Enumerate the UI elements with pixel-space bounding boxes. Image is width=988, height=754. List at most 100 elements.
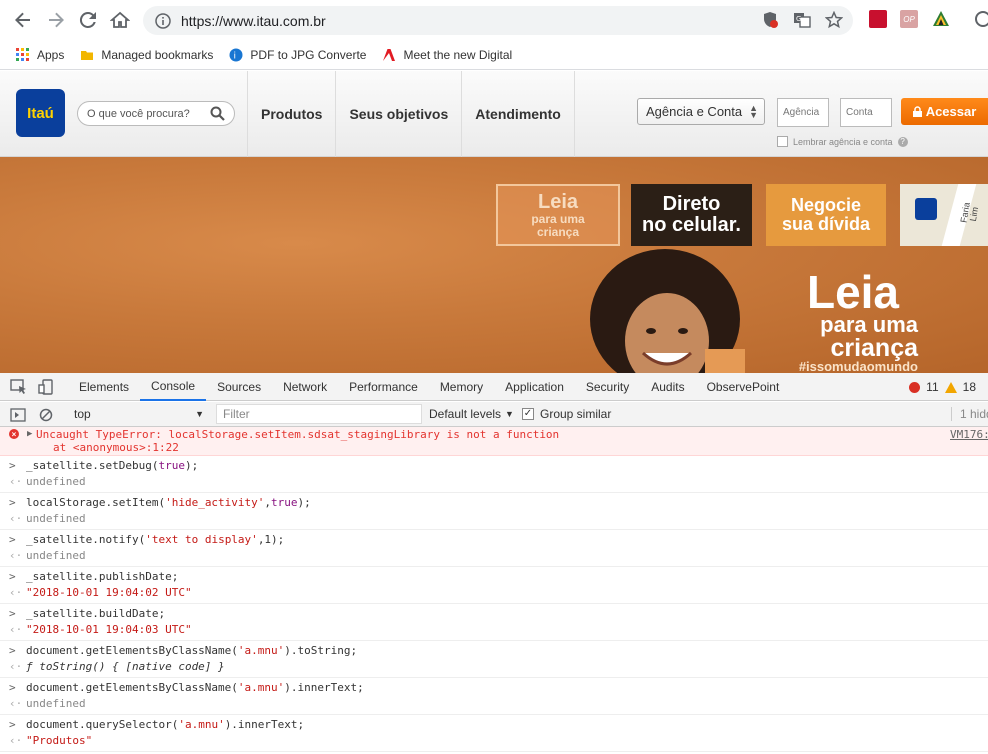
error-count: 11 [926, 380, 939, 394]
command-token: ,1); [257, 533, 285, 546]
console-command-row[interactable]: > _satellite.publishDate; ‹· "2018-10-01 19… [0, 567, 988, 604]
bookmark-adobe[interactable]: Meet the new Digital [382, 48, 512, 62]
console-command-row[interactable]: > localStorage.setItem('hide_activity',tr… [0, 493, 988, 530]
back-button[interactable] [8, 5, 38, 35]
console-entries: > _satellite.setDebug(true); ‹· undefined > l… [0, 456, 988, 752]
ext-op-icon[interactable]: OP [900, 10, 918, 28]
command-token: true [271, 496, 298, 509]
levels-dropdown[interactable]: Default levels ▼ [429, 407, 514, 421]
command-token: ).toString; [284, 644, 358, 657]
agencia-conta-select[interactable]: Agência e Conta ▲ ▼ [637, 98, 765, 125]
console-error-row[interactable]: × ▶ Uncaught TypeError: localStorage.set… [0, 427, 988, 456]
tab-audits[interactable]: Audits [640, 373, 695, 401]
tab-console[interactable]: Console [140, 373, 207, 401]
home-button[interactable] [105, 5, 135, 35]
agencia-input[interactable]: Agência [777, 98, 829, 127]
command-prompt-icon: > [9, 459, 16, 472]
command-token: 'a.mnu' [237, 681, 285, 694]
command-result: undefined [26, 549, 86, 562]
bookmark-pdf-converter[interactable]: i PDF to JPG Converte [229, 48, 366, 62]
tile-direto-celular[interactable]: Direto no celular. [631, 184, 752, 246]
console-command-row[interactable]: > document.getElementsByClassName('a.mnu'… [0, 641, 988, 678]
command-token: 'a.mnu' [237, 644, 285, 657]
console-result-row: ‹· ƒ toString() { [native code] } [9, 659, 988, 675]
remember-checkbox[interactable] [777, 136, 788, 147]
acessar-button[interactable]: Acessar [901, 98, 988, 125]
context-select[interactable]: top ▼ [68, 404, 208, 424]
url-text: https://www.itau.com.br [181, 12, 326, 29]
command-result: undefined [26, 475, 86, 488]
error-source-link[interactable]: VM176: [950, 428, 988, 441]
expand-triangle-icon[interactable]: ▶ [27, 428, 32, 441]
console-command-row[interactable]: > _satellite.buildDate; ‹· "2018-10-01 19:0… [0, 604, 988, 641]
result-arrow-icon: ‹· [9, 660, 23, 673]
help-icon[interactable]: ? [897, 136, 908, 147]
menu-seus-objetivos[interactable]: Seus objetivos [335, 71, 461, 157]
console-result-row: ‹· "Produtos" [9, 733, 988, 749]
remember-login[interactable]: Lembrar agência e conta ? [777, 136, 908, 147]
translate-icon[interactable]: G [793, 11, 811, 29]
search-icon[interactable] [210, 106, 225, 121]
home-icon [110, 11, 130, 28]
tab-elements[interactable]: Elements [68, 373, 140, 401]
console-command-row[interactable]: > _satellite.setDebug(true); ‹· undefined [0, 456, 988, 493]
forward-button[interactable] [41, 5, 71, 35]
command-prompt-icon: > [9, 644, 16, 657]
command-token: true [158, 459, 185, 472]
tab-network[interactable]: Network [272, 373, 338, 401]
inspect-element-icon[interactable] [10, 378, 28, 395]
menu-produtos[interactable]: Produtos [247, 71, 335, 157]
result-arrow-icon: ‹· [9, 734, 23, 747]
bookmarks-bar: Apps Managed bookmarks i PDF to JPG Conv… [0, 40, 988, 70]
console-output[interactable]: × ▶ Uncaught TypeError: localStorage.set… [0, 427, 988, 754]
blocked-shield-icon[interactable] [761, 11, 779, 29]
console-command-row[interactable]: > document.getElementsByClassName('a.mnu'… [0, 678, 988, 715]
tab-memory[interactable]: Memory [429, 373, 494, 401]
issue-counts[interactable]: 11 18 [909, 380, 976, 394]
hero-banner: Leia para uma criança Direto no celular.… [0, 157, 988, 373]
ext-red-icon[interactable] [869, 10, 887, 28]
command-prompt-icon: > [9, 681, 16, 694]
warning-icon [944, 381, 957, 393]
address-bar[interactable]: https://www.itau.com.br G [143, 6, 853, 35]
reload-icon [79, 11, 96, 28]
tab-application[interactable]: Application [494, 373, 575, 401]
tab-performance[interactable]: Performance [338, 373, 429, 401]
command-result: "2018-10-01 19:04:02 UTC" [26, 586, 192, 599]
tab-security[interactable]: Security [575, 373, 640, 401]
sidebar-toggle-icon[interactable] [10, 408, 26, 422]
command-token: ); [297, 496, 311, 509]
device-toolbar-icon[interactable] [38, 378, 54, 395]
command-token: document.getElementsByClassName( [26, 644, 238, 657]
conta-input[interactable]: Conta [840, 98, 892, 127]
tab-sources[interactable]: Sources [206, 373, 272, 401]
group-similar-toggle[interactable]: ✓ Group similar [522, 407, 611, 421]
hidden-messages-count: 1 hidden [951, 407, 988, 421]
menu-atendimento[interactable]: Atendimento [461, 71, 575, 157]
group-similar-checkbox[interactable]: ✓ [522, 408, 534, 420]
tile-map[interactable]: Faria Lim [900, 184, 988, 246]
result-arrow-icon: ‹· [9, 549, 23, 562]
info-icon[interactable] [155, 12, 171, 29]
profile-icon[interactable] [975, 11, 988, 27]
reload-button[interactable] [73, 5, 103, 35]
error-message: Uncaught TypeError: localStorage.setItem… [36, 428, 560, 441]
console-command-row[interactable]: > _satellite.notify('text to display',1);… [0, 530, 988, 567]
console-result-row: ‹· "2018-10-01 19:04:02 UTC" [9, 585, 988, 601]
bookmark-apps[interactable]: Apps [16, 47, 64, 62]
command-result: "Produtos" [26, 734, 93, 747]
clear-console-icon[interactable] [39, 408, 53, 422]
error-icon [909, 381, 921, 393]
itau-logo[interactable]: Itaú [16, 89, 65, 137]
console-command-row[interactable]: > document.querySelector('a.mnu').innerTe… [0, 715, 988, 752]
ext-triangle-icon[interactable] [932, 10, 950, 28]
bookmark-managed[interactable]: Managed bookmarks [80, 48, 213, 62]
tile-negocie-divida[interactable]: Negocie sua dívida [766, 184, 886, 246]
main-menu: Produtos Seus objetivos Atendimento [247, 71, 575, 157]
console-filter-input[interactable]: Filter [216, 404, 422, 424]
site-search-input[interactable]: O que você procura? [77, 101, 235, 126]
tile-leia[interactable]: Leia para uma criança [496, 184, 620, 246]
command-prompt-icon: > [9, 533, 16, 546]
star-bookmark-icon[interactable] [825, 11, 843, 29]
tab-observepoint[interactable]: ObservePoint [696, 373, 791, 401]
